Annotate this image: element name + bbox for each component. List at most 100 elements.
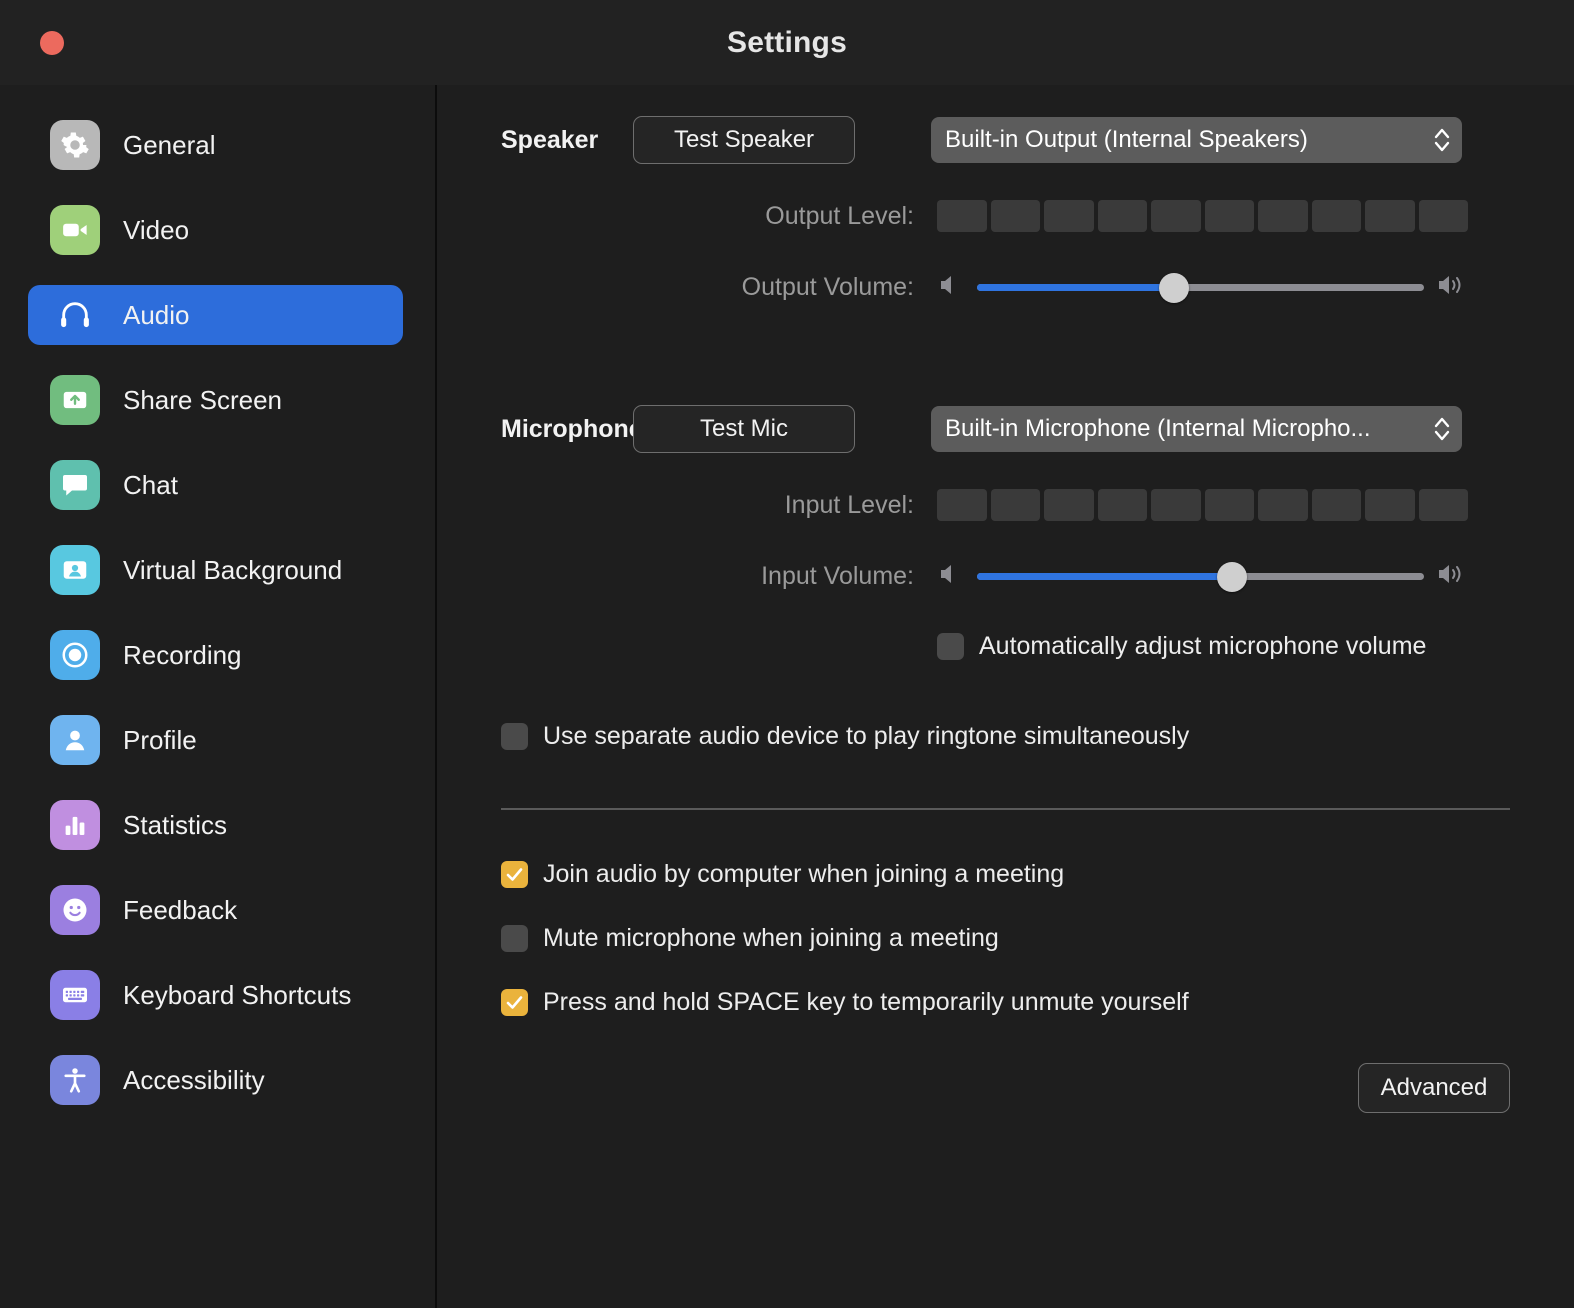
level-segment bbox=[1258, 489, 1308, 521]
chat-bubble-icon bbox=[50, 460, 100, 510]
sidebar-item-share-screen[interactable]: Share Screen bbox=[28, 370, 403, 430]
input-volume-fill bbox=[977, 573, 1232, 580]
sidebar-item-statistics[interactable]: Statistics bbox=[28, 795, 403, 855]
advanced-button[interactable]: Advanced bbox=[1358, 1063, 1510, 1113]
output-volume-slider[interactable] bbox=[937, 271, 1468, 304]
sidebar-item-accessibility[interactable]: Accessibility bbox=[28, 1050, 403, 1110]
speaker-section-label: Speaker bbox=[501, 125, 599, 154]
bar-chart-icon bbox=[50, 800, 100, 850]
microphone-section-label: Microphone bbox=[501, 414, 643, 443]
sidebar-item-chat[interactable]: Chat bbox=[28, 455, 403, 515]
output-volume-label: Output Volume: bbox=[741, 273, 914, 301]
input-volume-row: Input Volume: bbox=[437, 560, 1574, 593]
person-icon bbox=[50, 715, 100, 765]
sidebar-item-label: Video bbox=[123, 214, 190, 245]
join-audio-label: Join audio by computer when joining a me… bbox=[543, 860, 1065, 888]
microphone-device-row: Microphone Test Mic Built-in Microphone … bbox=[437, 405, 1574, 453]
level-segment bbox=[1044, 200, 1094, 232]
auto-adjust-mic-volume-checkbox[interactable] bbox=[937, 633, 964, 660]
level-segment bbox=[1151, 489, 1201, 521]
output-level-meter bbox=[937, 200, 1468, 232]
mute-mic-label: Mute microphone when joining a meeting bbox=[543, 924, 999, 952]
test-speaker-button[interactable]: Test Speaker bbox=[633, 116, 855, 164]
advanced-row: Advanced bbox=[437, 1063, 1574, 1113]
sidebar-item-label: Profile bbox=[123, 724, 197, 755]
window-body: General Video Audio Share Screen Chat Virtual… bbox=[0, 85, 1574, 1308]
sidebar-item-recording[interactable]: Recording bbox=[28, 625, 403, 685]
sidebar-item-label: General bbox=[123, 129, 216, 160]
close-window-button[interactable] bbox=[40, 31, 64, 55]
auto-adjust-mic-volume-label: Automatically adjust microphone volume bbox=[979, 632, 1427, 660]
mute-mic-checkbox-row[interactable]: Mute microphone when joining a meeting bbox=[501, 924, 1574, 953]
speaker-device-select[interactable]: Built-in Output (Internal Speakers) bbox=[931, 117, 1462, 163]
section-divider bbox=[501, 808, 1510, 810]
separate-ringtone-label: Use separate audio device to play ringto… bbox=[543, 722, 1190, 750]
speaker-device-row: Speaker Test Speaker Built-in Output (In… bbox=[437, 116, 1574, 164]
level-segment bbox=[937, 489, 987, 521]
sidebar-item-general[interactable]: General bbox=[28, 115, 403, 175]
sidebar-item-label: Audio bbox=[123, 299, 190, 330]
input-volume-thumb[interactable] bbox=[1216, 561, 1247, 592]
gear-icon bbox=[50, 120, 100, 170]
test-mic-button[interactable]: Test Mic bbox=[633, 405, 855, 453]
separate-ringtone-checkbox[interactable] bbox=[501, 723, 528, 750]
output-volume-thumb[interactable] bbox=[1158, 272, 1189, 303]
meeting-audio-options: Join audio by computer when joining a me… bbox=[437, 860, 1574, 1017]
level-segment bbox=[1311, 200, 1361, 232]
sidebar-item-video[interactable]: Video bbox=[28, 200, 403, 260]
level-segment bbox=[1418, 489, 1468, 521]
join-audio-checkbox[interactable] bbox=[501, 861, 528, 888]
speaker-device-value: Built-in Output (Internal Speakers) bbox=[945, 126, 1308, 153]
sidebar-item-profile[interactable]: Profile bbox=[28, 710, 403, 770]
output-volume-row: Output Volume: bbox=[437, 271, 1574, 304]
level-segment bbox=[1151, 200, 1201, 232]
sidebar-item-label: Share Screen bbox=[123, 384, 282, 415]
input-volume-slider[interactable] bbox=[937, 560, 1468, 593]
output-volume-track[interactable] bbox=[977, 272, 1424, 303]
level-segment bbox=[1311, 489, 1361, 521]
virtual-background-icon bbox=[50, 545, 100, 595]
level-segment bbox=[1258, 200, 1308, 232]
input-level-meter bbox=[937, 489, 1468, 521]
sidebar-item-audio[interactable]: Audio bbox=[28, 285, 403, 345]
sidebar-item-label: Statistics bbox=[123, 809, 228, 840]
input-volume-label: Input Volume: bbox=[761, 562, 914, 590]
sidebar-item-label: Feedback bbox=[123, 894, 238, 925]
microphone-device-select[interactable]: Built-in Microphone (Internal Micropho..… bbox=[931, 406, 1462, 452]
sidebar-item-label: Accessibility bbox=[123, 1064, 265, 1095]
level-segment bbox=[1365, 489, 1415, 521]
sidebar-item-keyboard-shortcuts[interactable]: Keyboard Shortcuts bbox=[28, 965, 403, 1025]
video-camera-icon bbox=[50, 205, 100, 255]
push-to-talk-label: Press and hold SPACE key to temporarily … bbox=[543, 988, 1189, 1016]
separate-ringtone-row: Use separate audio device to play ringto… bbox=[437, 722, 1574, 751]
sidebar-item-label: Chat bbox=[123, 469, 178, 500]
level-segment bbox=[937, 200, 987, 232]
separate-ringtone-checkbox-row[interactable]: Use separate audio device to play ringto… bbox=[501, 722, 1574, 751]
output-level-label: Output Level: bbox=[765, 201, 914, 230]
push-to-talk-checkbox[interactable] bbox=[501, 989, 528, 1016]
level-segment bbox=[1044, 489, 1094, 521]
sidebar-item-label: Keyboard Shortcuts bbox=[123, 979, 352, 1010]
level-segment bbox=[1097, 489, 1147, 521]
join-audio-checkbox-row[interactable]: Join audio by computer when joining a me… bbox=[501, 860, 1574, 889]
chevron-updown-icon bbox=[1432, 412, 1452, 446]
settings-window: Settings General Video Audio Share Screen Ch… bbox=[0, 0, 1574, 1308]
level-segment bbox=[990, 489, 1040, 521]
smiley-face-icon bbox=[50, 885, 100, 935]
sidebar-item-feedback[interactable]: Feedback bbox=[28, 880, 403, 940]
output-volume-fill bbox=[977, 284, 1174, 291]
auto-adjust-mic-volume-checkbox-row[interactable]: Automatically adjust microphone volume bbox=[937, 632, 1426, 661]
mute-mic-checkbox[interactable] bbox=[501, 925, 528, 952]
sidebar-item-label: Recording bbox=[123, 639, 242, 670]
level-segment bbox=[1418, 200, 1468, 232]
level-segment bbox=[1365, 200, 1415, 232]
title-bar: Settings bbox=[0, 0, 1574, 85]
input-volume-track[interactable] bbox=[977, 561, 1424, 592]
page-title: Settings bbox=[727, 25, 847, 59]
sidebar-item-virtual-background[interactable]: Virtual Background bbox=[28, 540, 403, 600]
microphone-high-icon bbox=[1436, 560, 1468, 593]
output-level-row: Output Level: bbox=[437, 200, 1574, 232]
headphones-icon bbox=[50, 290, 100, 340]
record-circle-icon bbox=[50, 630, 100, 680]
push-to-talk-checkbox-row[interactable]: Press and hold SPACE key to temporarily … bbox=[501, 988, 1574, 1017]
